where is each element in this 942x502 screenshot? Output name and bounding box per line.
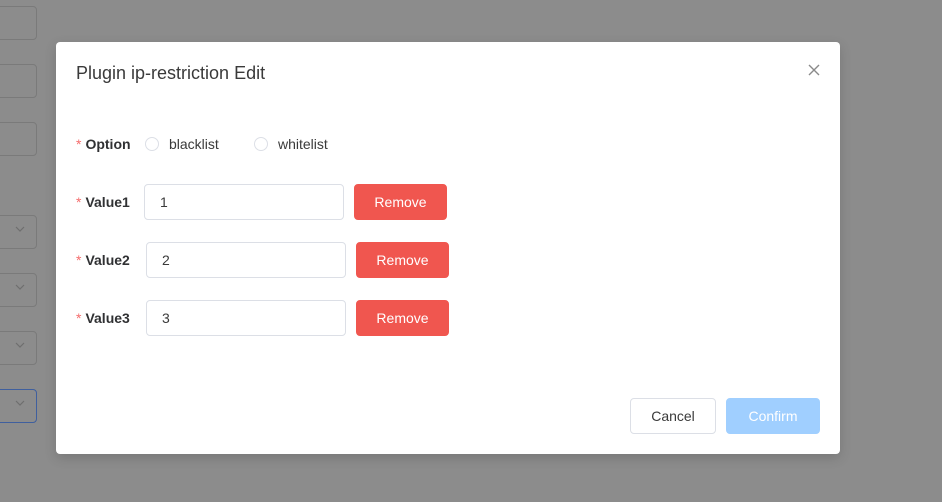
- remove-value2-button[interactable]: Remove: [356, 242, 449, 278]
- remove-value3-button[interactable]: Remove: [356, 300, 449, 336]
- required-mark: *: [76, 310, 82, 326]
- value1-input[interactable]: [144, 184, 344, 220]
- value3-label-text: Value3: [85, 310, 130, 326]
- background-select: [0, 389, 37, 423]
- plugin-edit-dialog: Plugin ip-restriction Edit * Option black…: [56, 42, 840, 454]
- required-mark: *: [76, 194, 82, 210]
- background-select: [0, 331, 37, 365]
- value1-label: * Value1: [76, 184, 130, 220]
- option-row: * Option blacklist whitelist: [76, 126, 816, 162]
- value2-label-text: Value2: [85, 252, 130, 268]
- value3-input[interactable]: [146, 300, 346, 336]
- required-mark: *: [76, 136, 82, 152]
- value2-label: * Value2: [76, 242, 130, 278]
- option-label-text: Option: [85, 136, 131, 152]
- confirm-button[interactable]: Confirm: [726, 398, 820, 434]
- radio-circle[interactable]: [145, 137, 159, 151]
- radio-circle[interactable]: [254, 137, 268, 151]
- chevron-down-icon: [15, 342, 25, 348]
- remove-value1-button[interactable]: Remove: [354, 184, 447, 220]
- chevron-down-icon: [15, 284, 25, 290]
- radio-whitelist[interactable]: whitelist: [254, 136, 328, 152]
- value2-input[interactable]: [146, 242, 346, 278]
- radio-blacklist[interactable]: blacklist: [145, 136, 219, 152]
- close-icon[interactable]: [806, 62, 822, 78]
- required-mark: *: [76, 252, 82, 268]
- chevron-down-icon: [15, 400, 25, 406]
- background-select: [0, 215, 37, 249]
- value-row-3: *Value3 Remove: [76, 300, 816, 336]
- radio-label: whitelist: [278, 136, 328, 152]
- option-label: * Option: [76, 126, 131, 162]
- background-input: [0, 122, 37, 156]
- value3-label: * Value3: [76, 300, 130, 336]
- cancel-button[interactable]: Cancel: [630, 398, 716, 434]
- chevron-down-icon: [15, 226, 25, 232]
- value1-label-text: Value1: [85, 194, 130, 210]
- radio-label: blacklist: [169, 136, 219, 152]
- background-select: [0, 273, 37, 307]
- value-row-1: *Value1 Remove: [76, 184, 816, 220]
- background-input: [0, 64, 37, 98]
- background-input: [0, 6, 37, 40]
- dialog-title: Plugin ip-restriction Edit: [76, 63, 266, 83]
- value-row-2: *Value2 Remove: [76, 242, 816, 278]
